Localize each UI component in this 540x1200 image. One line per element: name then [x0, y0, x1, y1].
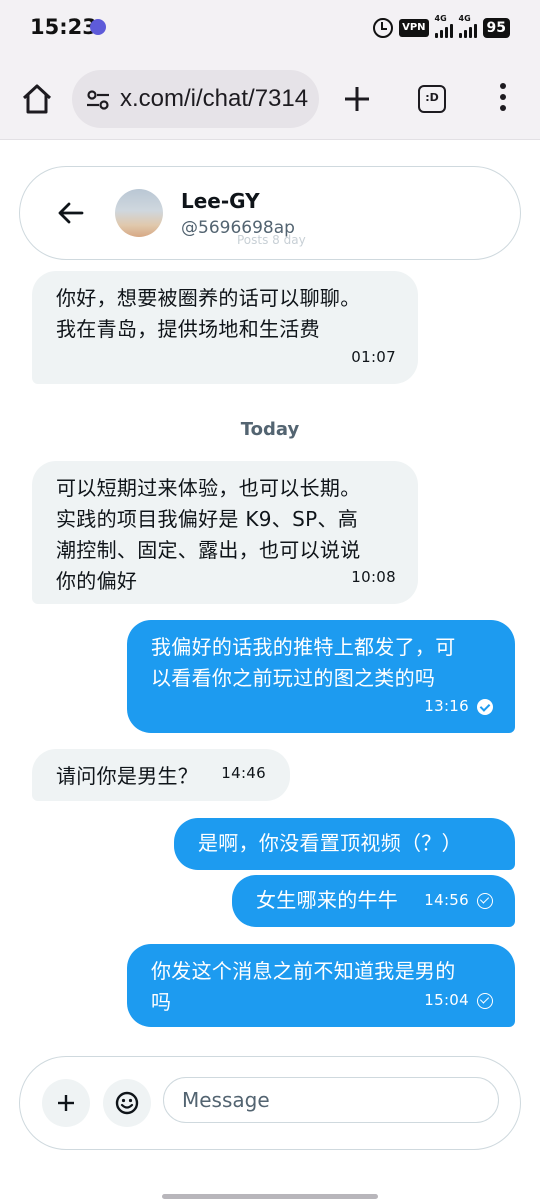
message-composer	[19, 1056, 521, 1150]
network-type-label-2: 4G	[458, 14, 471, 23]
address-bar[interactable]: x.com/i/chat/7314	[72, 70, 319, 128]
message-meta: 01:07	[351, 342, 396, 373]
message-bubble-incoming[interactable]: 请问你是男生？ 14:46	[32, 749, 290, 801]
read-receipt-icon	[477, 698, 493, 715]
vpn-badge: VPN	[399, 19, 429, 37]
message-text: 你好，想要被圈养的话可以聊聊。 我在青岛，提供场地和生活费	[56, 286, 361, 341]
new-tab-plus-icon[interactable]	[342, 84, 372, 114]
message-input[interactable]	[163, 1077, 499, 1123]
message-bubble-outgoing[interactable]: 是啊，你没看置顶视频（？）	[174, 818, 515, 870]
signal-icon: 4G	[434, 14, 453, 38]
message-time: 14:46	[221, 764, 266, 782]
message-meta: 15:04	[424, 985, 493, 1016]
message-bubble-outgoing[interactable]: 女生哪来的牛牛 14:56	[232, 875, 515, 927]
back-arrow-icon[interactable]	[56, 201, 84, 225]
message-text: 我偏好的话我的推特上都发了，可 以看看你之前玩过的图之类的吗	[151, 635, 456, 690]
alarm-icon	[373, 18, 394, 38]
gesture-bar	[162, 1194, 378, 1199]
message-text: 可以短期过来体验，也可以长期。 实践的项目我偏好是 K9、SP、高 潮控制、固定…	[56, 476, 361, 593]
url-text[interactable]: x.com/i/chat/7314	[120, 85, 310, 113]
add-attachment-button[interactable]	[42, 1079, 90, 1127]
day-separator: Today	[240, 419, 300, 440]
battery-icon: 95	[482, 18, 510, 38]
message-time: 10:08	[351, 568, 396, 586]
message-bubble-incoming[interactable]: 你好，想要被圈养的话可以聊聊。 我在青岛，提供场地和生活费 01:07	[32, 271, 418, 384]
signal-icon-2: 4G	[458, 14, 477, 38]
home-icon[interactable]	[20, 82, 54, 116]
site-settings-icon[interactable]	[86, 89, 110, 111]
message-time: 15:04	[424, 991, 469, 1009]
message-meta: 10:08	[351, 562, 396, 593]
message-time: 13:16	[424, 697, 469, 715]
message-bubble-incoming[interactable]: 可以短期过来体验，也可以长期。 实践的项目我偏好是 K9、SP、高 潮控制、固定…	[32, 461, 418, 604]
network-type-label: 4G	[434, 14, 447, 23]
message-bubble-outgoing[interactable]: 你发这个消息之前不知道我是男的 吗 15:04	[127, 944, 515, 1027]
browser-toolbar: x.com/i/chat/7314 :D	[0, 58, 540, 140]
status-time: 15:23	[30, 15, 97, 39]
sent-check-icon	[477, 892, 493, 909]
faded-subtitle: Posts 8 day	[237, 233, 306, 247]
status-icons: VPN 4G 4G 95	[373, 14, 510, 39]
message-text: 是啊，你没看置顶视频（？）	[198, 831, 462, 855]
chat-header: Lee-GY @5696698ap Posts 8 day	[19, 166, 521, 260]
chat-pane: Lee-GY @5696698ap Posts 8 day 你好，想要被圈养的话…	[0, 141, 540, 1200]
sent-check-icon	[477, 992, 493, 1009]
contact-name[interactable]: Lee-GY	[181, 189, 260, 213]
status-bar: 15:23 VPN 4G 4G 95	[0, 0, 540, 58]
avatar[interactable]	[115, 189, 163, 237]
plus-icon	[58, 1095, 74, 1111]
message-meta: 14:56	[424, 885, 493, 916]
emoji-button[interactable]	[103, 1079, 151, 1127]
message-bubble-outgoing[interactable]: 我偏好的话我的推特上都发了，可 以看看你之前玩过的图之类的吗 13:16	[127, 620, 515, 733]
message-time: 14:56	[424, 891, 469, 909]
message-meta: 13:16	[424, 691, 493, 722]
emoji-icon	[115, 1091, 139, 1115]
more-vert-icon[interactable]	[498, 83, 508, 115]
tab-switcher-button[interactable]: :D	[418, 85, 446, 113]
message-meta: 14:46	[221, 758, 266, 789]
notification-app-icon	[90, 19, 106, 35]
message-time: 01:07	[351, 348, 396, 366]
